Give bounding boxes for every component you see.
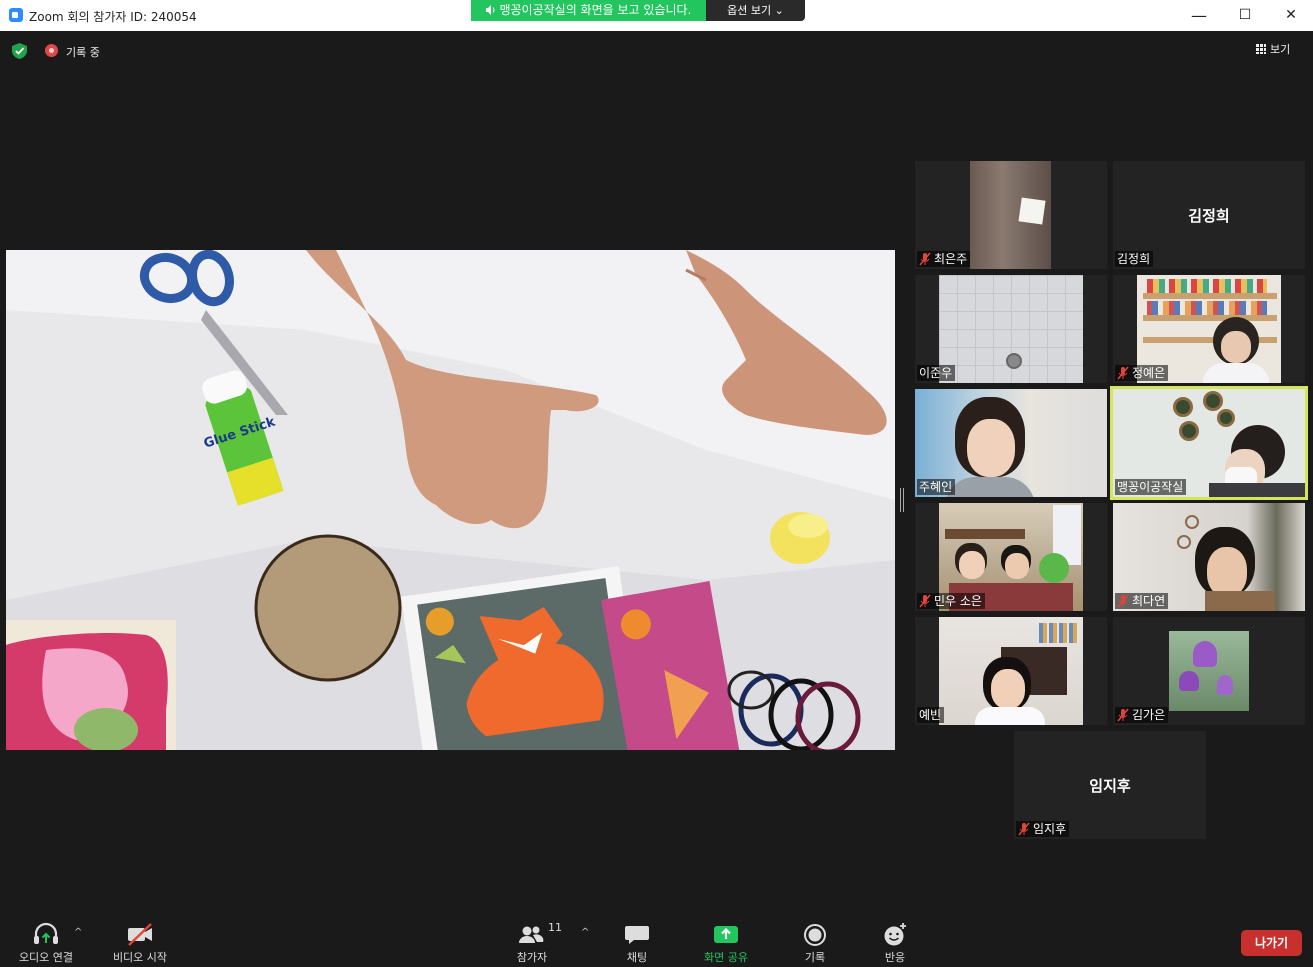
headphones-icon xyxy=(34,922,58,944)
zoom-app-icon xyxy=(9,8,23,22)
participants-options-caret[interactable]: ^ xyxy=(581,927,589,938)
participant-name-label: 최다연 xyxy=(1115,593,1169,609)
participant-tile[interactable]: 이준우 xyxy=(915,275,1107,383)
start-video-button[interactable]: 비디오 시작 xyxy=(105,917,175,967)
view-options-button[interactable]: 옵션 보기 ⌄ xyxy=(706,0,805,21)
participant-tile[interactable]: 최은주 xyxy=(915,161,1107,269)
grid-view-icon xyxy=(1256,44,1266,54)
participant-tile[interactable]: 김정희 김정희 xyxy=(1113,161,1305,269)
minimize-button[interactable]: — xyxy=(1176,0,1222,31)
speaker-icon xyxy=(485,5,495,15)
participant-tile[interactable]: 최다연 xyxy=(1113,503,1305,611)
participant-tile[interactable]: 예빈 xyxy=(915,617,1107,725)
leave-meeting-button[interactable]: 나가기 xyxy=(1241,930,1302,956)
participant-tile[interactable]: 임지후 임지후 xyxy=(1014,731,1206,839)
participant-name-label: 주혜인 xyxy=(917,479,956,495)
share-screen-label: 화면 공유 xyxy=(704,951,748,964)
record-button-icon xyxy=(804,924,826,946)
chat-icon xyxy=(625,926,649,944)
participant-tile[interactable]: 민우 소은 xyxy=(915,503,1107,611)
chat-label: 채팅 xyxy=(626,951,648,964)
reactions-button[interactable]: 반응 xyxy=(880,917,910,967)
participant-video xyxy=(1169,631,1249,711)
muted-mic-icon xyxy=(919,252,931,266)
start-video-label: 비디오 시작 xyxy=(112,951,168,964)
participant-name-label: 김가은 xyxy=(1115,707,1169,723)
share-screen-icon xyxy=(714,926,738,943)
record-label: 기록 xyxy=(804,951,826,964)
chat-button[interactable]: 채팅 xyxy=(620,917,654,967)
participant-tile-active-speaker[interactable]: 맹꽁이공작실 xyxy=(1110,386,1308,500)
participant-name-label: 김정희 xyxy=(1115,251,1154,267)
muted-mic-icon xyxy=(919,594,931,608)
participant-name-label: 민우 소은 xyxy=(917,593,985,609)
video-off-icon xyxy=(128,923,152,946)
participant-tile[interactable]: 김가은 xyxy=(1113,617,1305,725)
muted-mic-icon xyxy=(1117,708,1129,722)
participant-name-label: 최은주 xyxy=(917,251,971,267)
meeting-toolbar: 오디오 연결 ^ 비디오 시작 11 참가자 ^ 채팅 화면 공유 기록 반응 xyxy=(0,917,1313,967)
participants-button[interactable]: 11 참가자 xyxy=(510,917,562,967)
maximize-button[interactable]: ☐ xyxy=(1222,0,1268,31)
participant-video xyxy=(939,617,1083,725)
participant-name-label: 맹꽁이공작실 xyxy=(1115,479,1187,495)
participants-icon xyxy=(519,926,544,943)
reaction-icon xyxy=(884,923,906,946)
audio-connect-button[interactable]: 오디오 연결 xyxy=(10,917,82,967)
participants-label: 참가자 xyxy=(516,951,548,964)
close-button[interactable]: ✕ xyxy=(1268,0,1313,31)
participants-count: 11 xyxy=(548,921,562,934)
shared-screen: Glue Stick xyxy=(6,250,895,750)
participant-name-label: 정예은 xyxy=(1115,365,1169,381)
window-title: Zoom 회의 참가자 ID: 240054 xyxy=(29,10,197,24)
panel-splitter-handle[interactable] xyxy=(900,488,904,512)
participant-tile[interactable]: 정예은 xyxy=(1113,275,1305,383)
participant-tile[interactable]: 주혜인 xyxy=(915,389,1107,497)
muted-mic-icon xyxy=(1018,822,1030,836)
muted-mic-icon xyxy=(1117,366,1129,380)
participant-name-label: 임지후 xyxy=(1016,821,1070,837)
participant-big-name: 임지후 xyxy=(1089,777,1131,795)
record-icon xyxy=(45,44,58,57)
share-banner-text: 맹꽁이공작실의 화면을 보고 있습니다. xyxy=(499,3,692,17)
record-button[interactable]: 기록 xyxy=(800,917,830,967)
screen-share-banner: 맹꽁이공작실의 화면을 보고 있습니다. xyxy=(471,0,706,21)
view-button[interactable]: 보기 xyxy=(1256,41,1290,61)
participant-big-name: 김정희 xyxy=(1188,207,1230,225)
view-label: 보기 xyxy=(1270,43,1291,56)
reactions-label: 반응 xyxy=(884,951,906,964)
shared-screen-image: Glue Stick xyxy=(6,250,895,750)
participant-video xyxy=(970,161,1051,269)
share-screen-button[interactable]: 화면 공유 xyxy=(698,917,754,967)
participant-name-label: 예빈 xyxy=(917,707,945,723)
muted-mic-icon xyxy=(1117,594,1129,608)
audio-options-caret[interactable]: ^ xyxy=(74,927,82,938)
audio-connect-label: 오디오 연결 xyxy=(18,951,74,964)
recording-status[interactable]: 기록 중 xyxy=(66,44,100,60)
shield-icon[interactable] xyxy=(12,43,27,59)
participant-video xyxy=(939,275,1083,383)
participant-name-label: 이준우 xyxy=(917,365,956,381)
